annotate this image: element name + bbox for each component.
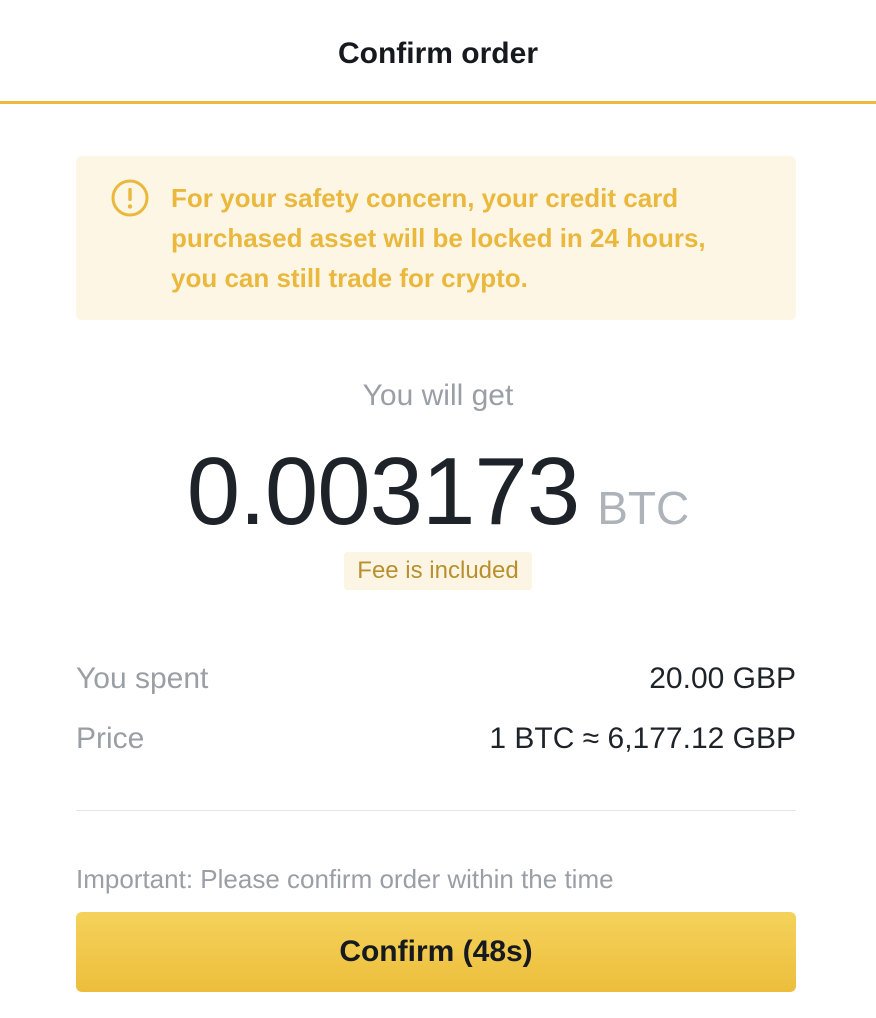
warning-circle-icon <box>111 179 149 217</box>
notice-line: For your safety concern, your credit car… <box>171 183 679 213</box>
fee-badge-wrap: Fee is included <box>0 552 876 590</box>
price-label: Price <box>76 722 145 755</box>
fee-included-badge: Fee is included <box>344 552 532 590</box>
divider <box>76 810 796 811</box>
notice-line: purchased asset will be locked in 24 hou… <box>171 223 706 253</box>
notice-line: you can still trade for crypto. <box>171 263 528 293</box>
you-will-get-label: You will get <box>362 379 514 412</box>
spent-row: You spent 20.00 GBP <box>76 659 796 699</box>
dialog-title: Confirm order <box>337 37 538 70</box>
notice-text: For your safety concern, your credit car… <box>171 178 771 298</box>
safety-notice: For your safety concern, your credit car… <box>76 156 796 320</box>
price-value: 1 BTC ≈ 6,177.12 GBP <box>489 722 796 755</box>
crypto-unit: BTC <box>597 482 690 534</box>
spent-label: You spent <box>76 662 209 695</box>
amount-row: 0.003173 BTC <box>0 438 876 546</box>
confirm-button[interactable]: Confirm (48s) <box>76 912 796 992</box>
spent-value: 20.00 GBP <box>649 662 796 695</box>
important-note: Important: Please confirm order within t… <box>76 864 614 894</box>
dialog-header: Confirm order <box>0 0 876 104</box>
crypto-amount: 0.003173 <box>186 438 580 545</box>
price-row: Price 1 BTC ≈ 6,177.12 GBP <box>76 719 796 759</box>
